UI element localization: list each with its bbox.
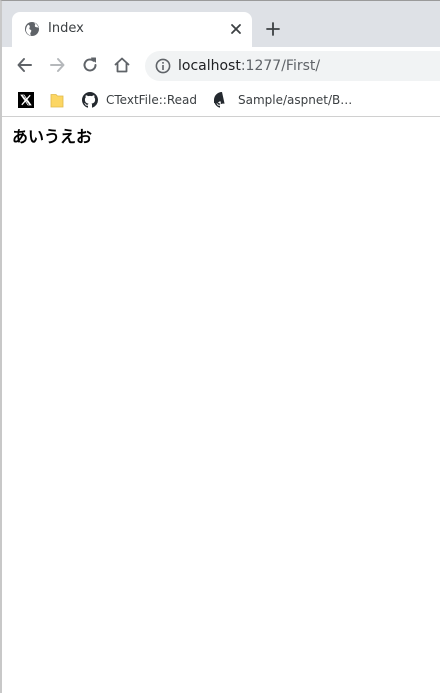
github-icon: [82, 92, 98, 108]
globe-icon: [25, 22, 39, 36]
page-content: あいうえお: [2, 118, 440, 693]
bookmarks-bar: CTextFile::Read Sample/aspnet/B…: [2, 84, 440, 117]
bookmark-sample-aspnet[interactable]: Sample/aspnet/B…: [214, 90, 352, 110]
bookmark-label: CTextFile::Read: [106, 93, 197, 107]
tab-index[interactable]: Index: [12, 12, 252, 47]
tab-strip: Index: [2, 1, 440, 47]
home-icon[interactable]: [112, 55, 132, 75]
bookmark-ctextfile[interactable]: CTextFile::Read: [82, 90, 197, 110]
bookmark-folder[interactable]: [50, 90, 64, 110]
reload-icon[interactable]: [80, 55, 100, 75]
github-icon: [214, 92, 225, 108]
toolbar: localhost:1277/First/: [2, 47, 440, 84]
url-host: localhost: [178, 58, 241, 74]
info-icon[interactable]: [155, 58, 171, 74]
back-icon[interactable]: [15, 55, 35, 75]
address-bar[interactable]: localhost:1277/First/: [145, 51, 440, 81]
url-path: :1277/First/: [240, 58, 321, 74]
close-icon[interactable]: [228, 21, 244, 37]
folder-icon: [50, 94, 64, 108]
page-heading: あいうえお: [12, 127, 93, 146]
forward-icon[interactable]: [47, 55, 67, 75]
url-text[interactable]: localhost:1277/First/: [178, 58, 320, 74]
x-logo-icon: [18, 92, 34, 108]
bookmark-x[interactable]: [18, 90, 34, 110]
browser-window: Index localhost:1277/First/ CTextFile::R…: [0, 0, 440, 693]
tab-title: Index: [48, 21, 84, 36]
new-tab-icon[interactable]: [264, 20, 282, 38]
bookmark-label: Sample/aspnet/B…: [238, 93, 353, 107]
